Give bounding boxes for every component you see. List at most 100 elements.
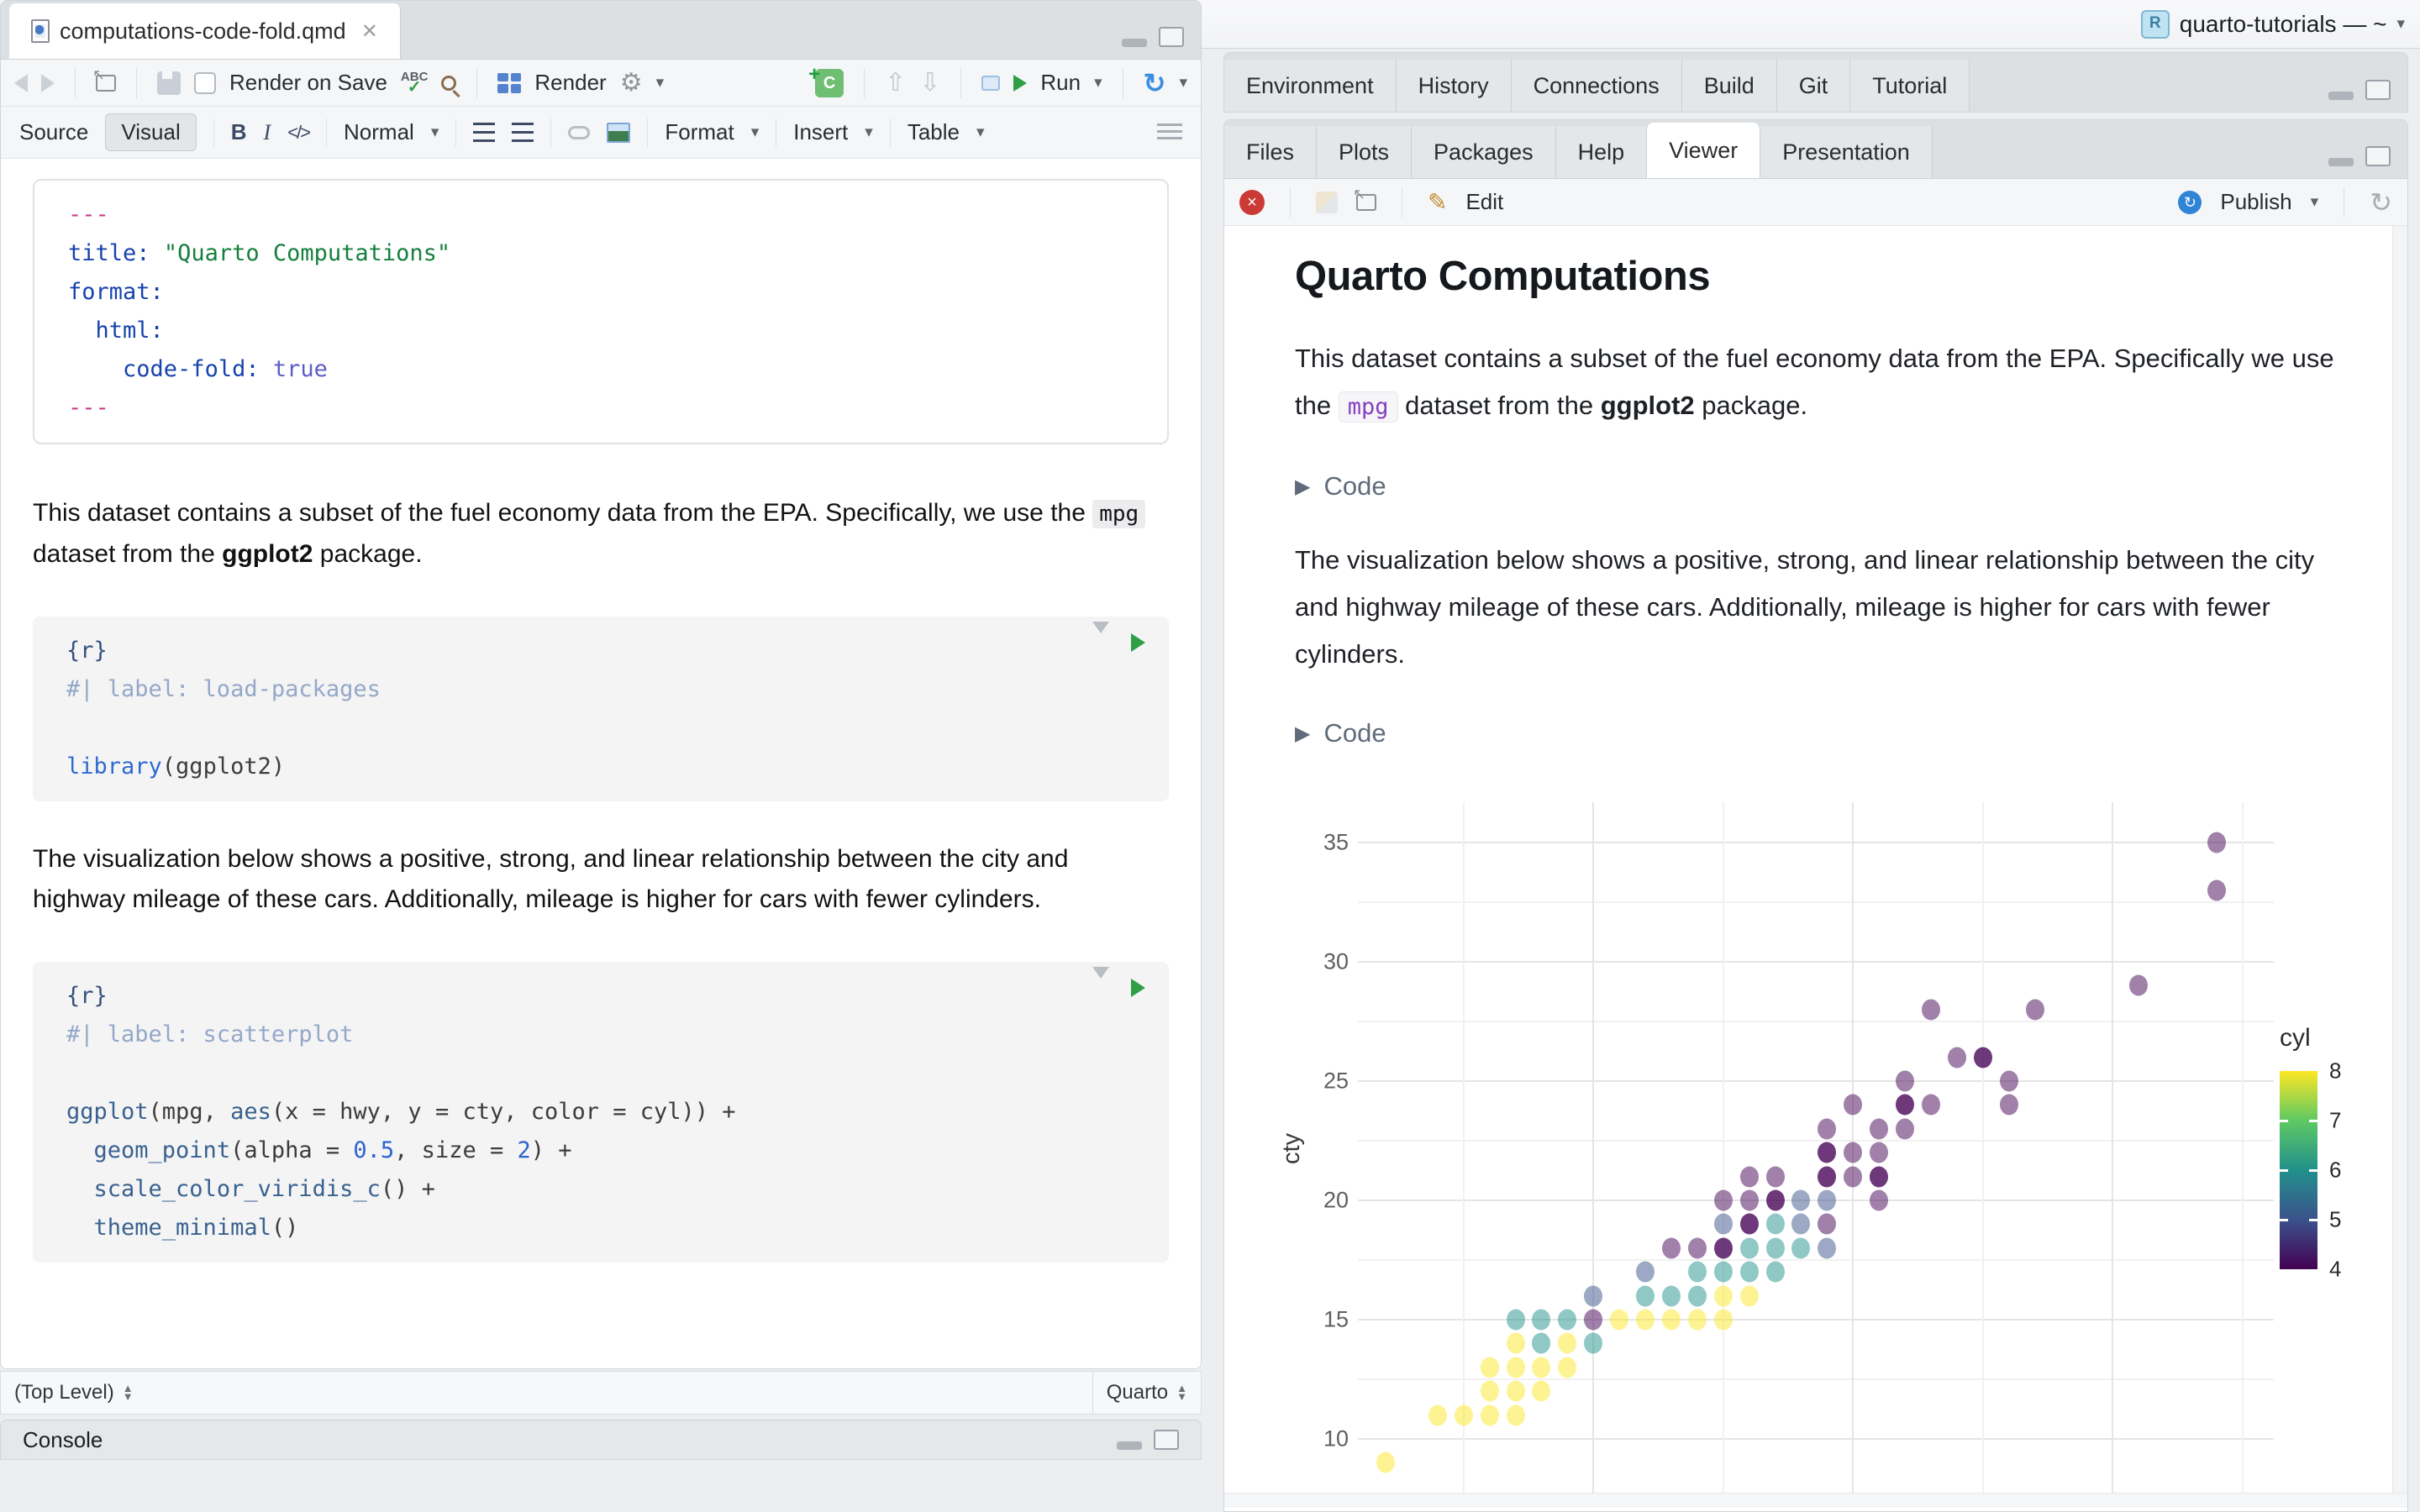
yaml-metadata-block[interactable]: --- title: "Quarto Computations" format: h… (33, 179, 1169, 444)
edit-button[interactable]: Edit (1465, 189, 1503, 215)
paragraph-style-dropdown[interactable]: Normal (344, 119, 414, 145)
image-icon[interactable] (607, 122, 631, 143)
code-fold-toggle-2[interactable]: ▶ Code (1295, 718, 2357, 748)
tab-connections[interactable]: Connections (1511, 60, 1682, 112)
minimize-pane-icon[interactable] (2328, 92, 2354, 100)
spellcheck-icon[interactable]: ABC ✓ (401, 71, 429, 96)
bold-button[interactable]: B (231, 119, 247, 145)
tab-files[interactable]: Files (1224, 126, 1318, 178)
editor-status-bar: (Top Level) ▲ ▼ Quarto ▲ ▼ (0, 1371, 1202, 1415)
render-on-save-checkbox[interactable] (194, 71, 216, 94)
tab-build[interactable]: Build (1681, 60, 1777, 112)
tab-presentation[interactable]: Presentation (1760, 126, 1933, 178)
viewer-content[interactable]: Quarto Computations This dataset contain… (1224, 226, 2407, 1493)
insert-chunk-icon[interactable]: C (808, 60, 844, 97)
tab-help[interactable]: Help (1555, 126, 1648, 178)
clear-viewer-broom-icon[interactable] (1316, 191, 1338, 213)
popout-editor-icon[interactable] (92, 66, 116, 92)
tab-history[interactable]: History (1396, 60, 1512, 112)
scope-selector[interactable]: (Top Level) ▲ ▼ (1, 1381, 1092, 1404)
tab-viewer[interactable]: Viewer (1647, 123, 1761, 178)
data-point (1376, 1452, 1395, 1473)
forward-icon[interactable] (41, 73, 55, 92)
rerun-caret-icon[interactable]: ▾ (1179, 73, 1187, 92)
run-arrow-icon (1013, 74, 1028, 92)
data-point (1791, 1189, 1811, 1211)
tab-tutorial[interactable]: Tutorial (1850, 60, 1970, 112)
save-file-icon[interactable] (157, 71, 181, 95)
data-point (1532, 1357, 1551, 1378)
numbered-list-icon[interactable] (512, 122, 534, 143)
tab-environment[interactable]: Environment (1224, 60, 1397, 112)
tab-plots[interactable]: Plots (1317, 126, 1413, 178)
stop-icon[interactable]: × (1239, 189, 1265, 215)
publish-icon[interactable]: ↻ (2178, 190, 2202, 214)
minimize-pane-icon[interactable] (1122, 39, 1147, 47)
code-fold-toggle-1[interactable]: ▶ Code (1295, 471, 2357, 501)
link-icon[interactable] (568, 125, 591, 139)
minimize-console-icon[interactable] (1117, 1441, 1142, 1450)
doc-type-selector[interactable]: Quarto ▲ ▼ (1092, 1372, 1201, 1414)
render-settings-gear-icon[interactable]: ⚙ (620, 68, 643, 97)
editor-paragraph[interactable]: This dataset contains a subset of the fu… (33, 493, 1163, 575)
render-icon[interactable] (497, 72, 522, 93)
edit-pencil-icon[interactable]: ✎ (1428, 188, 1447, 216)
tab-packages[interactable]: Packages (1412, 126, 1556, 178)
maximize-pane-icon[interactable] (2365, 146, 2391, 166)
run-button[interactable]: Run (1040, 70, 1081, 96)
data-point (1921, 999, 1940, 1021)
run-chunks-above-icon[interactable] (1092, 967, 1109, 1005)
render-settings-caret-icon[interactable]: ▾ (656, 73, 665, 92)
italic-button[interactable]: I (264, 120, 271, 145)
project-menu[interactable]: R quarto-tutorials — ~ ▾ (2140, 9, 2405, 39)
run-chunk-icon[interactable] (1131, 979, 1145, 997)
bullet-list-icon[interactable] (473, 122, 496, 143)
code-chunk-scatterplot[interactable]: {r} #| label: scatterplot ggplot(mpg, aes… (33, 962, 1169, 1263)
publish-caret-icon[interactable]: ▾ (2311, 192, 2319, 212)
document-outline-icon[interactable] (1157, 123, 1182, 142)
table-menu[interactable]: Table (908, 119, 960, 145)
code-chunk-load-packages[interactable]: {r} #| label: load-packages library(ggplo… (33, 617, 1169, 801)
doc-type-updown-icon: ▲ ▼ (1176, 1382, 1187, 1403)
data-point (1713, 1261, 1733, 1283)
code-format-button[interactable]: </> (287, 122, 311, 144)
back-icon[interactable] (14, 73, 28, 92)
editor-paragraph[interactable]: The visualization below shows a positive… (33, 839, 1163, 920)
table-menu-caret-icon[interactable]: ▾ (976, 123, 985, 142)
run-next-icon[interactable]: ⇩ (919, 68, 940, 97)
data-point (2129, 974, 2149, 996)
refresh-viewer-icon[interactable]: ↻ (2370, 186, 2392, 218)
find-replace-icon[interactable] (441, 75, 457, 91)
viewer-scrollbar[interactable] (2392, 226, 2407, 1493)
paragraph-style-caret-icon[interactable]: ▾ (431, 123, 439, 142)
source-mode-button[interactable]: Source (19, 119, 88, 145)
maximize-pane-icon[interactable] (2365, 80, 2391, 100)
format-menu[interactable]: Format (665, 119, 734, 145)
insert-menu[interactable]: Insert (793, 119, 848, 145)
code-line: geom_point(alpha = 0.5, size = 2) + (93, 1137, 572, 1163)
run-caret-icon[interactable]: ▾ (1094, 73, 1102, 92)
data-point (1532, 1380, 1551, 1402)
maximize-pane-icon[interactable] (1159, 27, 1184, 47)
legend-tick-label: 4 (2329, 1256, 2342, 1282)
minimize-pane-icon[interactable] (2328, 158, 2354, 166)
data-point (1636, 1261, 1655, 1283)
publish-button[interactable]: Publish (2220, 189, 2291, 215)
console-header[interactable]: Console (0, 1420, 1202, 1460)
run-chunks-above-icon[interactable] (1092, 622, 1109, 659)
insert-menu-caret-icon[interactable]: ▾ (865, 123, 873, 142)
run-chunk-icon[interactable] (1131, 633, 1145, 652)
tab-git[interactable]: Git (1776, 60, 1851, 112)
editor-tab[interactable]: computations-code-fold.qmd ✕ (9, 3, 401, 59)
rerun-icon[interactable]: ↻ (1144, 67, 1166, 99)
text: package. (1694, 391, 1808, 420)
y-tick-label: 15 (1323, 1306, 1349, 1332)
close-tab-icon[interactable]: ✕ (361, 19, 378, 44)
format-menu-caret-icon[interactable]: ▾ (751, 123, 760, 142)
editor-content[interactable]: --- title: "Quarto Computations" format: h… (1, 159, 1201, 1368)
visual-mode-button[interactable]: Visual (105, 113, 197, 151)
run-previous-icon[interactable]: ⇧ (885, 68, 906, 97)
maximize-console-icon[interactable] (1154, 1430, 1179, 1450)
popout-viewer-icon[interactable] (1353, 186, 1376, 211)
render-button[interactable]: Render (534, 70, 606, 96)
